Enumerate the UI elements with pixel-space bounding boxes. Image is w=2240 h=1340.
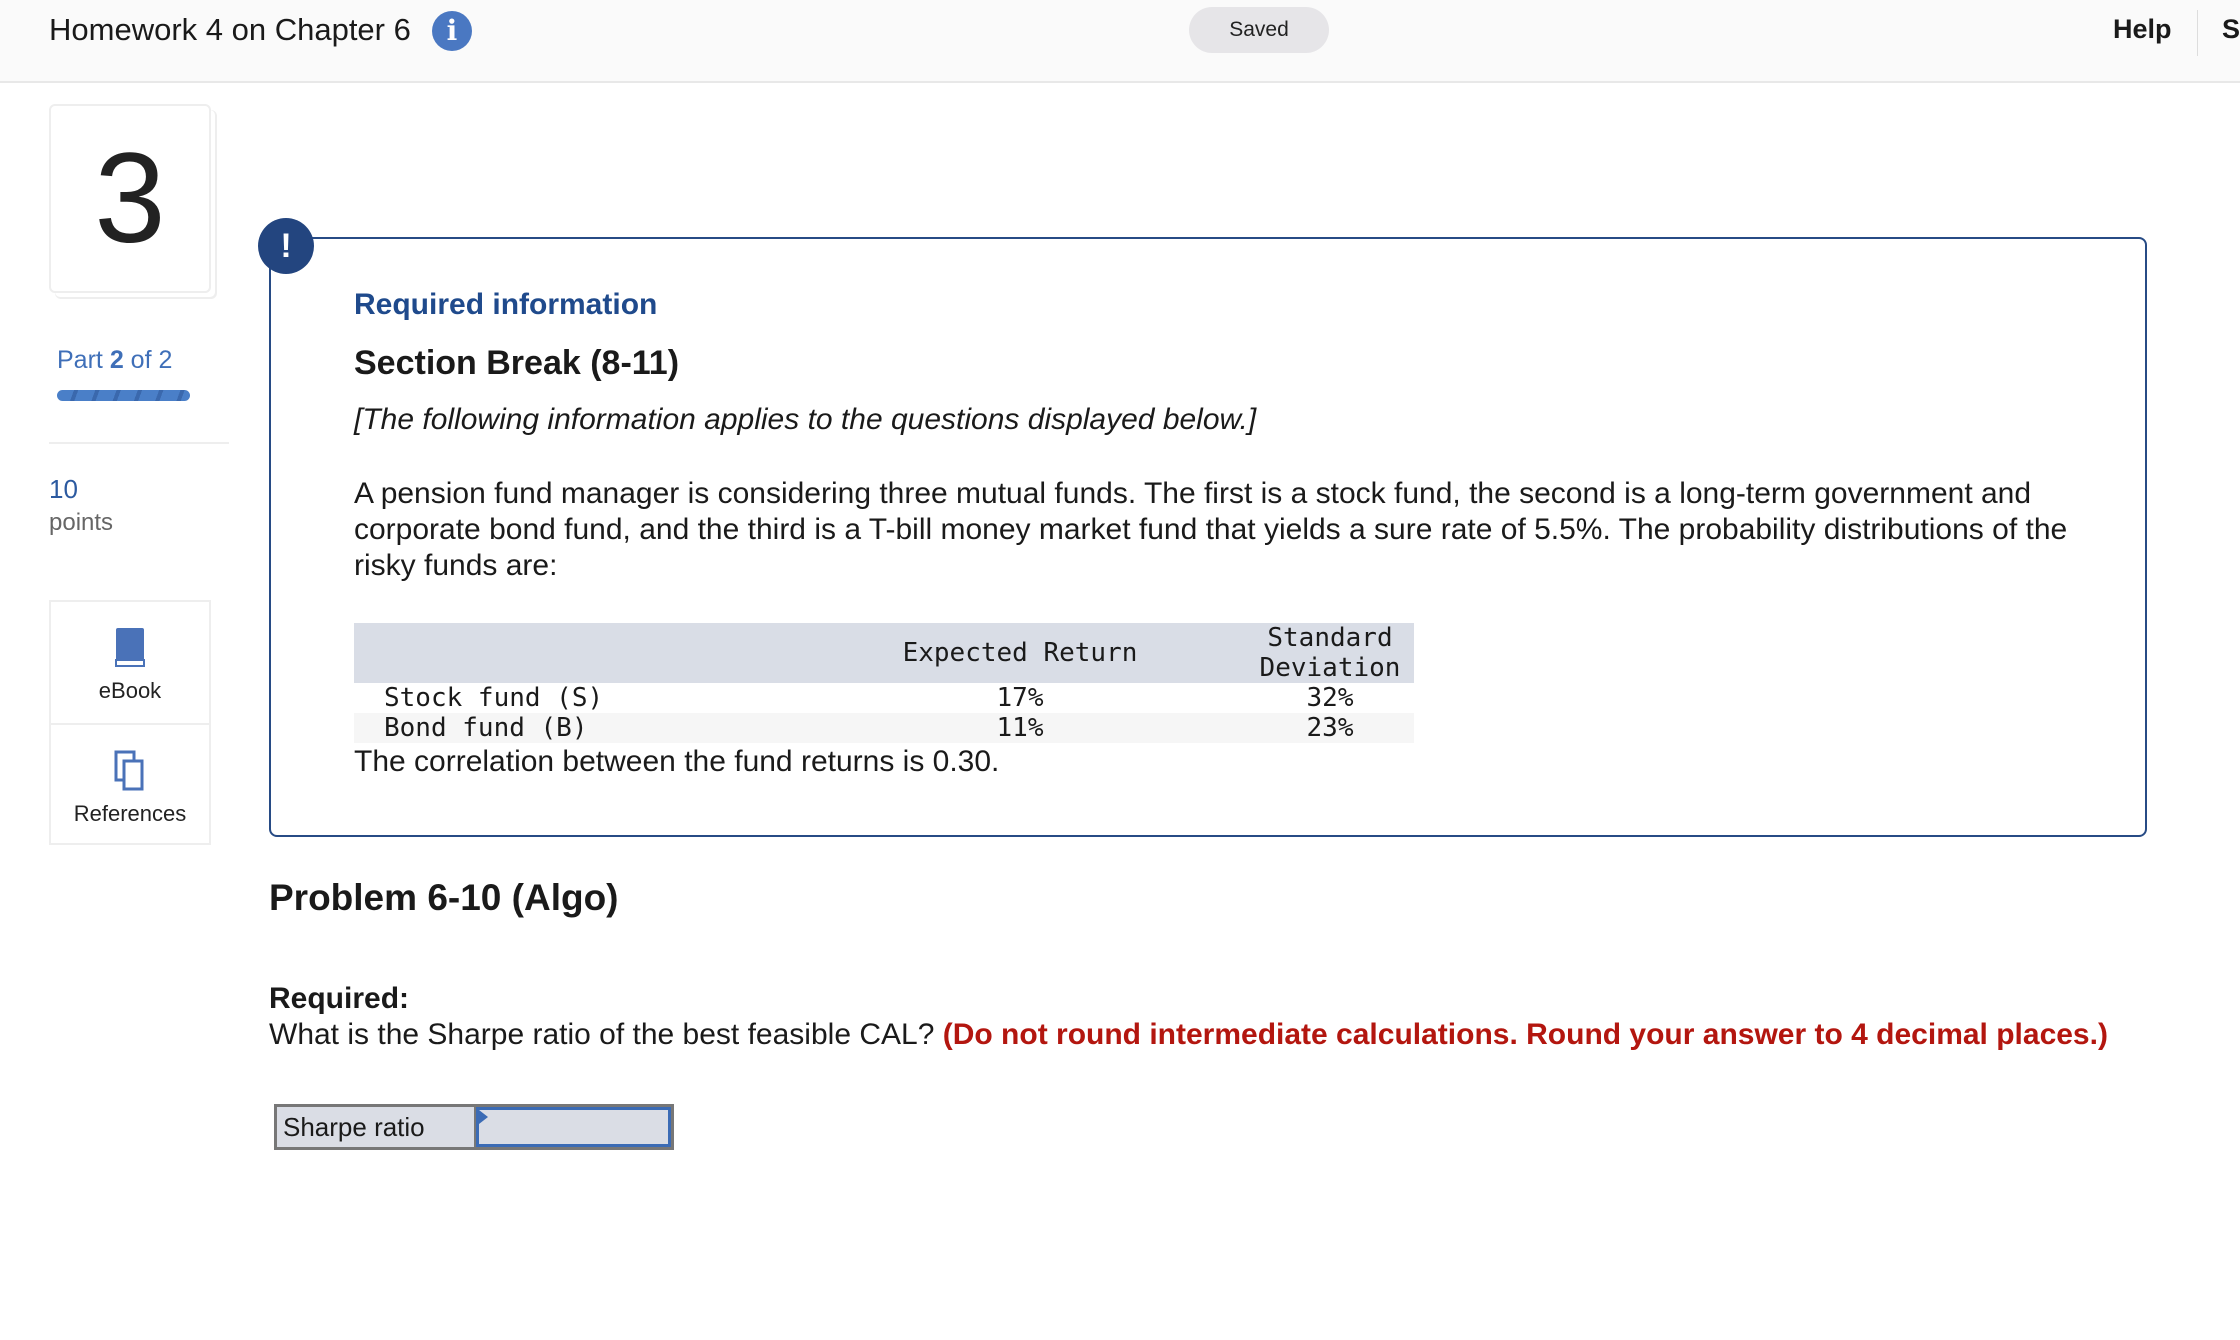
part-current: 2 (109, 346, 124, 374)
header-std-dev: Standard Deviation (1259, 623, 1401, 683)
book-icon (115, 628, 145, 667)
truncated-menu-button[interactable]: S (2222, 14, 2240, 45)
rounding-instruction: (Do not round intermediate calculations.… (942, 1018, 2108, 1051)
points-label: points (49, 509, 114, 536)
ebook-label: eBook (98, 678, 162, 703)
correlation-text: The correlation between the fund returns… (354, 745, 1000, 778)
answer-label: Sharpe ratio (277, 1107, 476, 1147)
points-value: 10 (49, 474, 78, 504)
required-information-heading: Required information (354, 288, 658, 321)
answer-table: Sharpe ratio (274, 1104, 674, 1150)
part-label: Part (57, 346, 103, 374)
references-label: References (73, 801, 187, 826)
part-progress-bar (57, 390, 190, 401)
fund-table: Expected Return Standard Deviation Stock … (354, 623, 1414, 743)
copy-icon (114, 750, 144, 791)
table-row: Bond fund (B) 11% 23% (354, 713, 1414, 743)
saved-status-badge: Saved (1189, 7, 1329, 53)
info-icon[interactable]: i (432, 11, 472, 51)
divider (2197, 10, 2198, 56)
question: What is the Sharpe ratio of the best fea… (269, 1018, 935, 1051)
table-header: Expected Return Standard Deviation (354, 623, 1414, 683)
ebook-button[interactable]: eBook (49, 600, 211, 723)
header-expected-return: Expected Return (902, 638, 1138, 668)
problem-title: Problem 6-10 (Algo) (269, 877, 619, 918)
question-text: What is the Sharpe ratio of the best fea… (269, 1018, 2108, 1052)
exclamation-icon: ! (258, 218, 314, 274)
question-number: 3 (49, 104, 211, 293)
table-row: Stock fund (S) 17% 32% (384, 683, 1354, 713)
part-indicator: Part 2 of 2 (57, 346, 172, 375)
problem-description: A pension fund manager is considering th… (354, 477, 2068, 582)
part-of: of 2 (130, 346, 173, 374)
references-button[interactable]: References (49, 723, 211, 845)
input-flag-icon (479, 1110, 488, 1124)
section-title: Section Break (8-11) (354, 344, 680, 382)
divider (49, 442, 229, 444)
sharpe-ratio-input[interactable] (476, 1107, 671, 1147)
help-button[interactable]: Help (2113, 14, 2172, 45)
required-label: Required: (269, 982, 410, 1015)
assignment-title: Homework 4 on Chapter 6 (49, 12, 411, 47)
section-note: [The following information applies to th… (354, 403, 1257, 436)
